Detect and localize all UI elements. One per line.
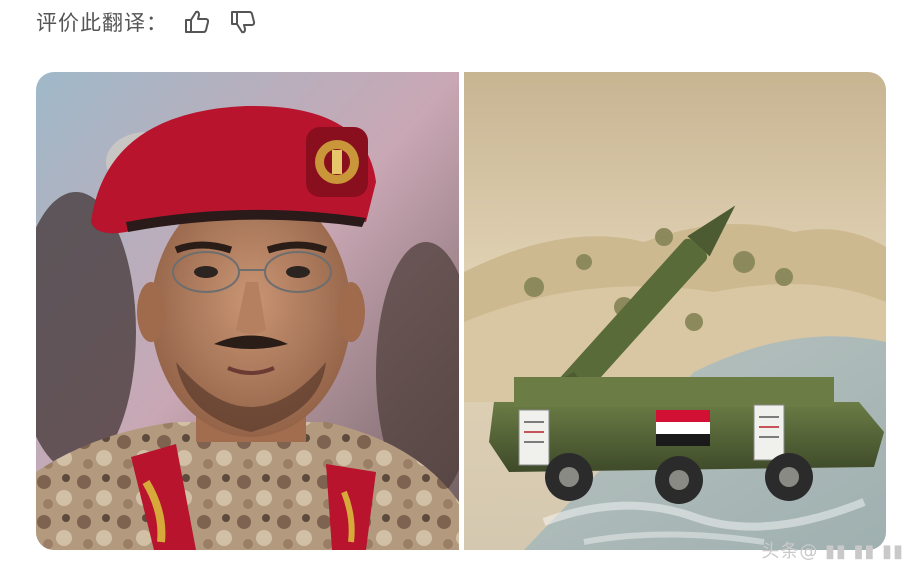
missile-launcher-photo xyxy=(464,72,886,550)
feedback-label: 评价此翻译： xyxy=(36,11,168,35)
thumbs-up-icon[interactable] xyxy=(180,5,214,39)
image-card[interactable] xyxy=(36,72,886,550)
thumbs-down-icon[interactable] xyxy=(226,5,260,39)
watermark-text: 头条@ ▮▮ ▮▮ ▮▮ xyxy=(761,541,904,562)
portrait-officer-photo xyxy=(36,72,459,550)
translation-feedback-bar: 评价此翻译： xyxy=(36,4,260,40)
